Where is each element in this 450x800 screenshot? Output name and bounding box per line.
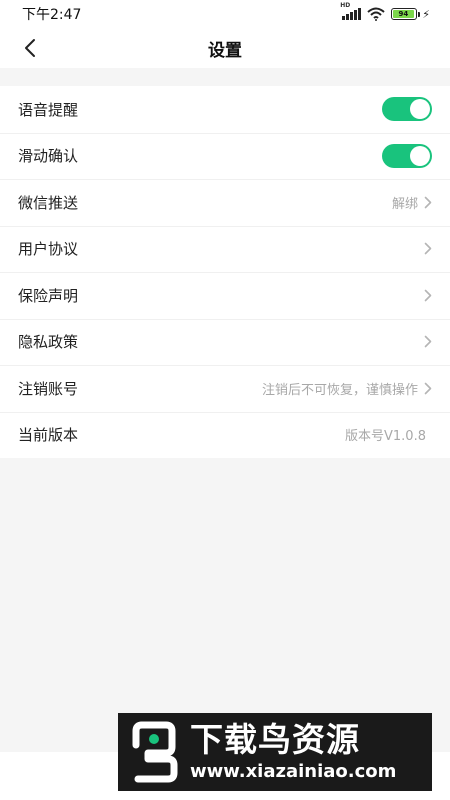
row-label: 注销账号 [18, 379, 79, 398]
watermark-title: 下载鸟资源 [190, 720, 360, 759]
chevron-right-icon [424, 335, 432, 348]
row-label: 保险声明 [18, 286, 79, 305]
cell-signal-icon: HD [340, 2, 362, 20]
nav-bar: 设置 [0, 28, 450, 68]
row-label: 滑动确认 [18, 147, 79, 166]
setting-insurance-statement[interactable]: 保险声明 [0, 272, 450, 319]
status-time: 下午2:47 [22, 7, 82, 23]
battery-level: 94 [393, 10, 414, 18]
chevron-right-icon [424, 382, 432, 395]
setting-wechat-push[interactable]: 微信推送 解绑 [0, 179, 450, 226]
watermark-logo-icon [124, 718, 184, 786]
row-label: 微信推送 [18, 193, 79, 212]
row-value: 解绑 [391, 196, 418, 212]
setting-user-agreement[interactable]: 用户协议 [0, 225, 450, 273]
chevron-right-icon [424, 196, 432, 209]
status-icons: HD 94 ⚡ [340, 2, 430, 21]
charging-icon: ⚡ [422, 7, 430, 21]
settings-list: 语音提醒 滑动确认 微信推送 解绑 用户协议 保险声明 隐私政策 注销账号 注销… [0, 86, 450, 458]
slide-confirm-toggle[interactable] [382, 143, 432, 168]
setting-slide-confirm: 滑动确认 [0, 132, 450, 180]
row-label: 隐私政策 [18, 333, 79, 352]
chevron-left-icon [25, 39, 35, 57]
setting-current-version: 当前版本 版本号V1.0.8 [0, 411, 450, 459]
watermark-url: www.xiazainiao.com [190, 761, 397, 782]
setting-voice-reminder: 语音提醒 [0, 86, 450, 133]
chevron-right-icon [424, 289, 432, 302]
setting-delete-account[interactable]: 注销账号 注销后不可恢复，谨慎操作 [0, 365, 450, 412]
row-label: 用户协议 [18, 240, 79, 259]
chevron-right-icon [424, 242, 432, 255]
status-bar: 下午2:47 HD 94 ⚡ [0, 0, 450, 28]
watermark-banner: 下载鸟资源 www.xiazainiao.com [118, 713, 432, 791]
row-value: 注销后不可恢复，谨慎操作 [261, 382, 418, 398]
page-title: 设置 [208, 40, 242, 61]
toggle-knob [410, 99, 430, 120]
network-type: HD [340, 2, 351, 9]
row-label: 当前版本 [18, 426, 79, 445]
toggle-knob [410, 145, 430, 166]
battery-icon: 94 ⚡ [391, 8, 430, 21]
voice-reminder-toggle[interactable] [382, 97, 432, 122]
back-button[interactable] [14, 32, 46, 64]
row-label: 语音提醒 [18, 100, 79, 119]
wifi-icon [367, 7, 385, 21]
version-value: 版本号V1.0.8 [345, 429, 426, 445]
setting-privacy-policy[interactable]: 隐私政策 [0, 318, 450, 366]
